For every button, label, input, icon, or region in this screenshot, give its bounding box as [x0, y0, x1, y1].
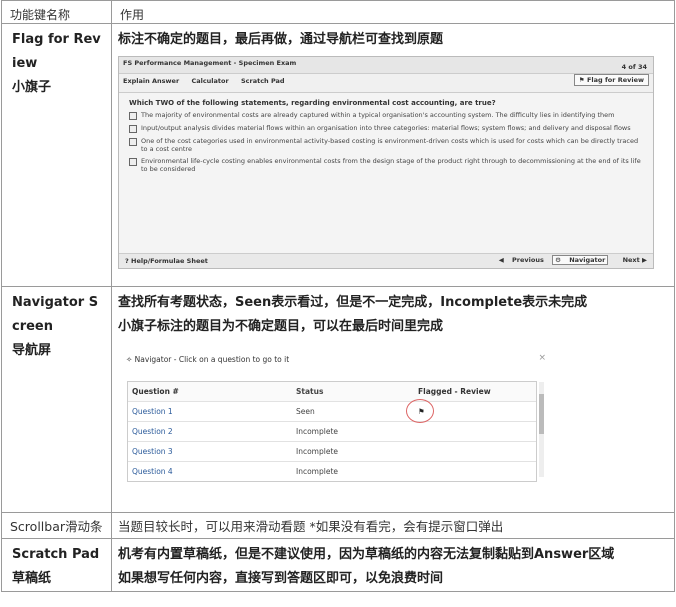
close-icon[interactable]: ×	[538, 353, 546, 363]
key-name-scratch: Scratch Pad	[12, 547, 100, 562]
calculator-button[interactable]: Calculator	[191, 77, 228, 85]
question-link[interactable]: Question 1	[128, 407, 296, 416]
table-row-scrollbar: Scrollbar滑动条 当题目较长时，可以用来滑动看题 *如果没有看完，会有提…	[1, 512, 675, 539]
help-link[interactable]: ? Help/Formulae Sheet	[125, 257, 208, 265]
question-status: Incomplete	[296, 447, 338, 456]
key-name-navigator: Navigator Screen	[12, 295, 99, 334]
scrollbar[interactable]	[539, 382, 544, 477]
scrollbar-thumb[interactable]	[539, 394, 544, 434]
question-status: Incomplete	[296, 427, 338, 436]
option-4[interactable]: Environmental life-cycle costing enables…	[119, 155, 653, 175]
column-status: Status	[296, 387, 324, 396]
table-row[interactable]: Question 4 Incomplete	[128, 462, 536, 481]
checkbox-icon[interactable]	[129, 138, 137, 146]
option-1-text: The majority of environmental costs are …	[141, 111, 615, 119]
exam-screenshot: FS Performance Management - Specimen Exa…	[118, 56, 654, 269]
explain-answer-button[interactable]: Explain Answer	[123, 77, 179, 85]
navigator-description-1: 查找所有考题状态，Seen表示看过，但是不一定完成，Incomplete表示未完…	[118, 295, 588, 310]
description-cell: 当题目较长时，可以用来滑动看题 *如果没有看完，会有提示窗口弹出	[111, 512, 675, 539]
table-row-flag: Flag for Review 小旗子 标注不确定的题目，最后再做，通过导航栏可…	[1, 23, 675, 287]
previous-button[interactable]: ◀ Previous	[499, 256, 544, 264]
question-status: Seen	[296, 407, 315, 416]
previous-label: Previous	[512, 256, 544, 264]
description-cell: 查找所有考题状态，Seen表示看过，但是不一定完成，Incomplete表示未完…	[111, 286, 675, 513]
table-row[interactable]: Question 2 Incomplete	[128, 422, 536, 442]
function-key-table: 功能键名称 作用 Flag for Review 小旗子 标注不确定的题目，最后…	[1, 0, 675, 592]
question-text: Which TWO of the following statements, r…	[129, 99, 496, 107]
key-name-cell: Navigator Screen 导航屏	[1, 286, 112, 513]
key-name-cell: Flag for Review 小旗子	[1, 23, 112, 287]
question-status: Incomplete	[296, 467, 338, 476]
navigator-icon: ✧	[126, 355, 135, 364]
exam-nav-buttons: ◀ Previous ⚙ Navigator Next ▶	[493, 255, 647, 265]
key-name-navigator-cn: 导航屏	[12, 343, 52, 358]
table-row[interactable]: Question 1 Seen ⚑	[128, 399, 536, 423]
table-row-navigator: Navigator Screen 导航屏 查找所有考题状态，Seen表示看过，但…	[1, 286, 675, 513]
key-name-scrollbar: Scrollbar滑动条	[10, 519, 103, 534]
option-2[interactable]: Input/output analysis divides material f…	[119, 122, 653, 135]
header-key-name-label: 功能键名称	[10, 8, 71, 22]
checkbox-icon[interactable]	[129, 158, 137, 166]
table-row-scratch-pad: Scratch Pad 草稿纸 机考有内置草稿纸，但是不建议使用，因为草稿纸的内…	[1, 538, 675, 592]
option-3[interactable]: One of the cost categories used in envir…	[119, 135, 653, 155]
header-key-name: 功能键名称	[1, 0, 112, 24]
scrollbar-description: 当题目较长时，可以用来滑动看题 *如果没有看完，会有提示窗口弹出	[118, 519, 504, 534]
scratch-pad-button[interactable]: Scratch Pad	[241, 77, 285, 85]
option-1[interactable]: The majority of environmental costs are …	[119, 109, 653, 122]
exam-footer: ? Help/Formulae Sheet ◀ Previous ⚙ Navig…	[119, 253, 653, 268]
question-link[interactable]: Question 4	[128, 467, 296, 476]
flag-icon: ⚑	[578, 76, 587, 84]
description-cell: 标注不确定的题目，最后再做，通过导航栏可查找到原题 FS Performance…	[111, 23, 675, 287]
next-label: Next	[622, 256, 640, 264]
option-2-text: Input/output analysis divides material f…	[141, 124, 631, 132]
flag-description: 标注不确定的题目，最后再做，通过导航栏可查找到原题	[118, 32, 444, 47]
option-3-text: One of the cost categories used in envir…	[141, 137, 639, 153]
scratch-description-1: 机考有内置草稿纸，但是不建议使用，因为草稿纸的内容无法复制黏贴到Answer区域	[118, 547, 615, 562]
scratch-description-2: 如果想写任何内容，直接写到答题区即可，以免浪费时间	[118, 571, 444, 586]
key-name-flag-cn: 小旗子	[12, 80, 52, 95]
table-row[interactable]: Question 3 Incomplete	[128, 442, 536, 462]
navigator-screenshot: ✧ Navigator - Click on a question to go …	[122, 353, 552, 482]
description-cell: 机考有内置草稿纸，但是不建议使用，因为草稿纸的内容无法复制黏贴到Answer区域…	[111, 538, 675, 592]
header-function: 作用	[111, 0, 675, 24]
key-name-flag: Flag for Review	[12, 32, 101, 71]
navigator-label: Navigator	[569, 256, 606, 264]
navigator-table: Question # Status Flagged - Review Quest…	[127, 381, 544, 482]
table-header-row: 功能键名称 作用	[1, 0, 675, 24]
key-name-cell: Scrollbar滑动条	[1, 512, 112, 539]
checkbox-icon[interactable]	[129, 125, 137, 133]
column-question: Question #	[132, 387, 179, 396]
navigator-title: ✧ Navigator - Click on a question to go …	[122, 353, 552, 364]
navigator-title-text: Navigator - Click on a question to go to…	[134, 355, 290, 364]
option-4-text: Environmental life-cycle costing enables…	[141, 157, 641, 173]
flagged-cell: ⚑	[406, 399, 528, 423]
question-link[interactable]: Question 2	[128, 427, 296, 436]
column-flagged: Flagged - Review	[418, 387, 491, 396]
help-label: Help/Formulae Sheet	[131, 257, 208, 265]
highlight-circle	[406, 399, 434, 423]
exam-title: FS Performance Management - Specimen Exa…	[119, 57, 653, 74]
key-name-cell: Scratch Pad 草稿纸	[1, 538, 112, 592]
key-name-scratch-cn: 草稿纸	[12, 571, 52, 586]
next-button[interactable]: Next ▶	[617, 256, 647, 264]
navigator-button[interactable]: ⚙ Navigator	[552, 255, 609, 265]
checkbox-icon[interactable]	[129, 112, 137, 120]
question-link[interactable]: Question 3	[128, 447, 296, 456]
question-counter: 4 of 34	[621, 63, 647, 71]
navigator-table-header: Question # Status Flagged - Review	[128, 382, 536, 402]
navigator-description-2: 小旗子标注的题目为不确定题目，可以在最后时间里完成	[118, 319, 444, 334]
header-function-label: 作用	[120, 8, 145, 22]
flag-for-review-button[interactable]: ⚑ Flag for Review	[573, 74, 649, 86]
flag-for-review-label: Flag for Review	[586, 76, 644, 84]
